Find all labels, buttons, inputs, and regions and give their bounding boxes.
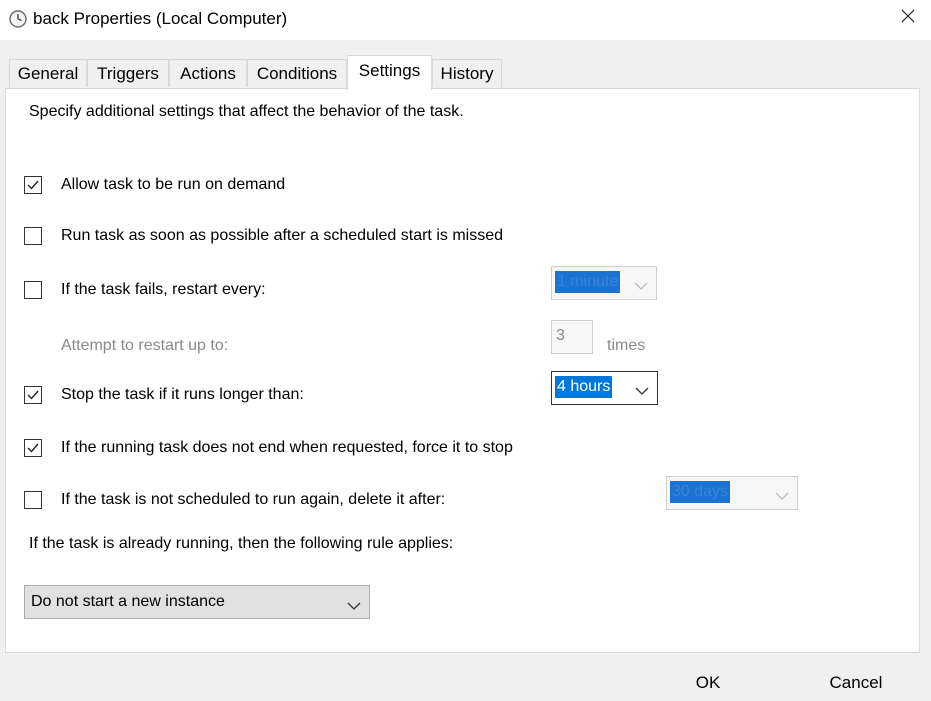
- clock-icon: [9, 10, 27, 28]
- force-stop-label: If the running task does not end when re…: [61, 439, 513, 456]
- restart-attempts-label: Attempt to restart up to:: [61, 337, 229, 354]
- delete-after-select[interactable]: 30 days: [666, 476, 798, 510]
- stop-if-longer-row: Stop the task if it runs longer than:: [6, 386, 906, 410]
- force-stop-row: If the running task does not end when re…: [6, 439, 906, 463]
- delete-after-checkbox[interactable]: [24, 491, 42, 509]
- checkmark-icon: [27, 390, 39, 400]
- run-missed-row: Run task as soon as possible after a sch…: [6, 227, 906, 251]
- delete-after-label: If the task is not scheduled to run agai…: [61, 491, 446, 508]
- settings-intro: Specify additional settings that affect …: [29, 103, 464, 120]
- run-missed-checkbox[interactable]: [24, 227, 42, 245]
- stop-duration-select[interactable]: 4 hours: [551, 371, 658, 405]
- close-icon: [900, 8, 916, 29]
- chevron-down-icon: [635, 382, 649, 400]
- tab-history[interactable]: History: [432, 59, 502, 87]
- tab-general[interactable]: General: [9, 59, 87, 87]
- tab-settings[interactable]: Settings: [347, 55, 432, 90]
- restart-on-fail-checkbox[interactable]: [24, 281, 42, 299]
- ok-button[interactable]: OK: [668, 666, 748, 700]
- allow-on-demand-label: Allow task to be run on demand: [61, 176, 286, 193]
- running-rule-label: If the task is already running, then the…: [29, 535, 454, 552]
- chevron-down-icon: [775, 487, 789, 505]
- stop-duration-value: 4 hours: [555, 376, 613, 398]
- allow-on-demand-row: Allow task to be run on demand: [6, 176, 906, 200]
- close-button[interactable]: [885, 0, 931, 36]
- cancel-button[interactable]: Cancel: [810, 666, 902, 700]
- restart-on-fail-row: If the task fails, restart every:: [6, 281, 906, 305]
- run-missed-label: Run task as soon as possible after a sch…: [61, 227, 503, 244]
- allow-on-demand-checkbox[interactable]: [24, 176, 42, 194]
- tab-triggers[interactable]: Triggers: [87, 59, 169, 87]
- running-rule-value: Do not start a new instance: [31, 593, 225, 610]
- chevron-down-icon: [634, 277, 648, 295]
- stop-if-longer-checkbox[interactable]: [24, 386, 42, 404]
- force-stop-checkbox[interactable]: [24, 439, 42, 457]
- title-bar: back Properties (Local Computer): [0, 0, 931, 40]
- restart-attempts-suffix: times: [607, 337, 646, 354]
- tab-actions[interactable]: Actions: [169, 59, 247, 87]
- restart-interval-select[interactable]: 1 minute: [551, 266, 657, 300]
- running-rule-select[interactable]: Do not start a new instance: [24, 585, 370, 619]
- checkmark-icon: [27, 443, 39, 453]
- delete-after-value: 30 days: [670, 481, 731, 503]
- restart-on-fail-label: If the task fails, restart every:: [61, 281, 266, 298]
- chevron-down-icon: [347, 597, 361, 615]
- settings-panel: Specify additional settings that affect …: [5, 88, 920, 653]
- restart-attempts-input[interactable]: 3: [551, 320, 593, 354]
- stop-if-longer-label: Stop the task if it runs longer than:: [61, 386, 304, 403]
- window-title: back Properties (Local Computer): [33, 9, 288, 28]
- tab-conditions[interactable]: Conditions: [247, 59, 347, 87]
- restart-interval-value: 1 minute: [555, 271, 621, 293]
- checkmark-icon: [27, 180, 39, 190]
